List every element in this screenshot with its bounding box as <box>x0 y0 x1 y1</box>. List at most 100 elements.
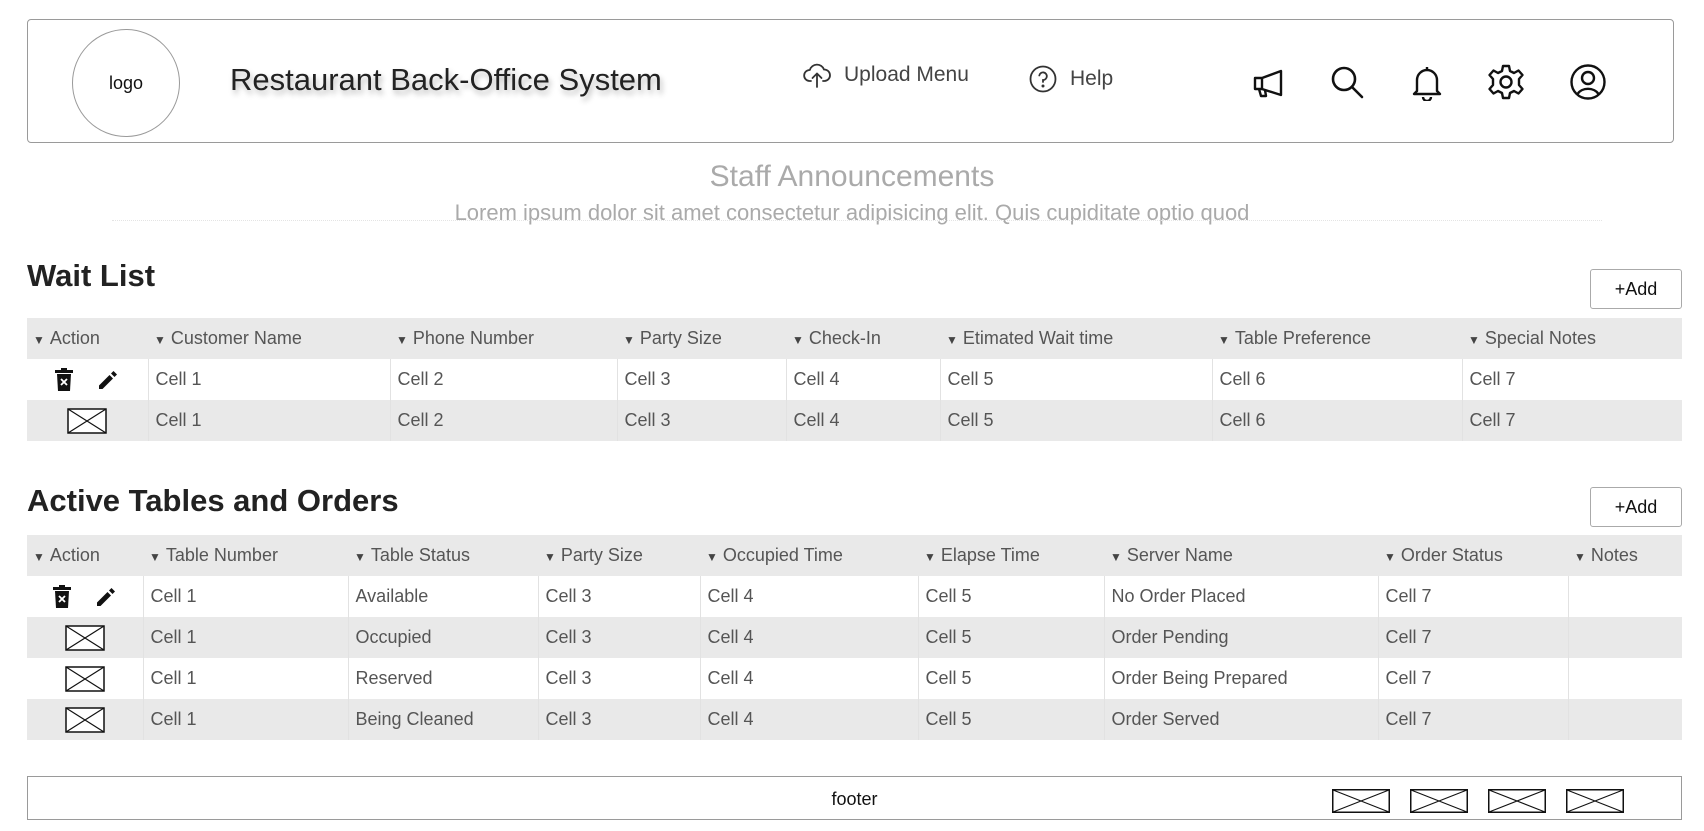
footer: footer <box>27 776 1682 820</box>
column-header-table-status[interactable]: ▼ Table Status <box>348 535 538 576</box>
image-placeholder-icon[interactable] <box>65 624 105 651</box>
search-button[interactable] <box>1328 63 1366 101</box>
action-cell <box>27 658 143 699</box>
column-header-party-size[interactable]: ▼ Party Size <box>617 318 786 359</box>
table-cell: Cell 3 <box>616 400 786 441</box>
column-header-elapse-time[interactable]: ▼ Elapse Time <box>918 535 1104 576</box>
table-cell: Cell 5 <box>939 359 1212 400</box>
upload-menu-link[interactable]: Upload Menu <box>802 60 969 90</box>
column-header-action[interactable]: ▼ Action <box>27 318 148 359</box>
table-cell: Cell 4 <box>699 699 918 740</box>
table-cell: Order Being Prepared <box>1103 658 1378 699</box>
table-cell: Cell 1 <box>142 699 348 740</box>
notifications-button[interactable] <box>1408 63 1446 103</box>
table-cell: Cell 3 <box>537 699 700 740</box>
table-cell: Cell 3 <box>616 359 786 400</box>
app-header: logo Restaurant Back-Office System Uploa… <box>27 19 1674 143</box>
column-header-phone-number[interactable]: ▼ Phone Number <box>390 318 617 359</box>
logo[interactable]: logo <box>72 29 180 137</box>
table-cell: Cell 4 <box>785 400 940 441</box>
column-header-order-status[interactable]: ▼ Order Status <box>1378 535 1568 576</box>
help-label: Help <box>1070 67 1114 90</box>
table-cell: Cell 3 <box>537 576 700 617</box>
table-cell: Available <box>347 576 538 617</box>
table-row: Cell 1 Being Cleaned Cell 3 Cell 4 Cell … <box>27 699 1682 740</box>
table-cell: Cell 5 <box>939 400 1212 441</box>
table-cell: Cell 3 <box>537 617 700 658</box>
table-row: Cell 1 Cell 2 Cell 3 Cell 4 Cell 5 Cell … <box>27 400 1682 441</box>
column-header-party-size[interactable]: ▼ Party Size <box>538 535 700 576</box>
table-header-row: ▼ Action ▼ Table Number ▼ Table Status ▼ Par… <box>27 535 1682 576</box>
table-cell: Cell 5 <box>917 576 1104 617</box>
table-header-row: ▼ Action ▼ Customer Name ▼ Phone Number ▼ Pa… <box>27 318 1682 359</box>
user-avatar-icon <box>1570 64 1606 100</box>
image-placeholder-icon[interactable] <box>65 706 105 733</box>
column-header-wait-time[interactable]: ▼ Etimated Wait time <box>940 318 1212 359</box>
edit-icon[interactable] <box>96 368 120 392</box>
table-cell: Cell 1 <box>147 359 390 400</box>
column-header-notes[interactable]: ▼ Notes <box>1568 535 1682 576</box>
table-cell: Cell 5 <box>917 617 1104 658</box>
table-cell: Cell 4 <box>699 658 918 699</box>
column-header-customer-name[interactable]: ▼ Customer Name <box>148 318 390 359</box>
column-header-table-number[interactable]: ▼ Table Number <box>143 535 348 576</box>
table-cell: Cell 7 <box>1461 359 1682 400</box>
table-cell: Cell 1 <box>142 617 348 658</box>
table-cell: Cell 7 <box>1377 617 1568 658</box>
column-header-special-notes[interactable]: ▼ Special Notes <box>1462 318 1682 359</box>
table-cell <box>1567 699 1682 740</box>
column-header-table-preference[interactable]: ▼ Table Preference <box>1212 318 1462 359</box>
table-cell: Cell 7 <box>1377 658 1568 699</box>
table-cell: Cell 6 <box>1211 400 1462 441</box>
table-cell: Cell 5 <box>917 658 1104 699</box>
settings-button[interactable] <box>1487 63 1525 101</box>
table-cell: Cell 1 <box>147 400 390 441</box>
table-cell: Cell 2 <box>389 400 617 441</box>
delete-icon[interactable] <box>54 367 74 392</box>
table-cell: Cell 4 <box>699 617 918 658</box>
add-active-table-button[interactable]: +Add <box>1590 487 1682 527</box>
table-row: Cell 1 Reserved Cell 3 Cell 4 Cell 5 Ord… <box>27 658 1682 699</box>
delete-icon[interactable] <box>52 584 72 609</box>
image-placeholder-icon[interactable] <box>67 407 107 434</box>
table-cell: No Order Placed <box>1103 576 1378 617</box>
edit-icon[interactable] <box>94 585 118 609</box>
table-cell: Cell 3 <box>537 658 700 699</box>
upload-menu-label: Upload Menu <box>844 63 969 86</box>
image-placeholder-icon <box>1488 789 1546 813</box>
table-cell: Cell 1 <box>142 658 348 699</box>
table-cell <box>1567 576 1682 617</box>
table-cell: Cell 1 <box>142 576 348 617</box>
table-cell: Occupied <box>347 617 538 658</box>
image-placeholder-icon <box>1566 789 1624 813</box>
search-icon <box>1331 66 1364 99</box>
table-cell: Cell 4 <box>785 359 940 400</box>
help-link[interactable]: Help <box>1028 64 1113 94</box>
table-cell: Order Served <box>1103 699 1378 740</box>
announcements-button[interactable] <box>1250 63 1288 101</box>
table-cell: Cell 4 <box>699 576 918 617</box>
table-cell: Being Cleaned <box>347 699 538 740</box>
table-cell: Reserved <box>347 658 538 699</box>
wait-list-title: Wait List <box>27 258 156 293</box>
help-circle-icon <box>1029 65 1057 93</box>
column-header-action[interactable]: ▼ Action <box>27 535 143 576</box>
announcements-title: Staff Announcements <box>709 160 995 193</box>
add-wait-list-button[interactable]: +Add <box>1590 269 1682 309</box>
column-header-occupied-time[interactable]: ▼ Occupied Time <box>700 535 918 576</box>
action-cell <box>27 699 143 740</box>
table-row: Cell 1 Occupied Cell 3 Cell 4 Cell 5 Ord… <box>27 617 1682 658</box>
image-placeholder-icon[interactable] <box>65 665 105 692</box>
table-cell <box>1567 617 1682 658</box>
user-profile-button[interactable] <box>1569 63 1607 101</box>
active-tables-title: Active Tables and Orders <box>27 483 399 518</box>
megaphone-icon <box>1253 69 1283 98</box>
action-cell <box>27 576 143 617</box>
action-cell <box>27 400 148 441</box>
table-cell: Cell 7 <box>1377 699 1568 740</box>
column-header-server-name[interactable]: ▼ Server Name <box>1104 535 1378 576</box>
table-cell: Cell 5 <box>917 699 1104 740</box>
table-row: Cell 1 Cell 2 Cell 3 Cell 4 Cell 5 Cell … <box>27 359 1682 400</box>
table-cell: Cell 6 <box>1211 359 1462 400</box>
column-header-check-in[interactable]: ▼ Check-In <box>786 318 940 359</box>
